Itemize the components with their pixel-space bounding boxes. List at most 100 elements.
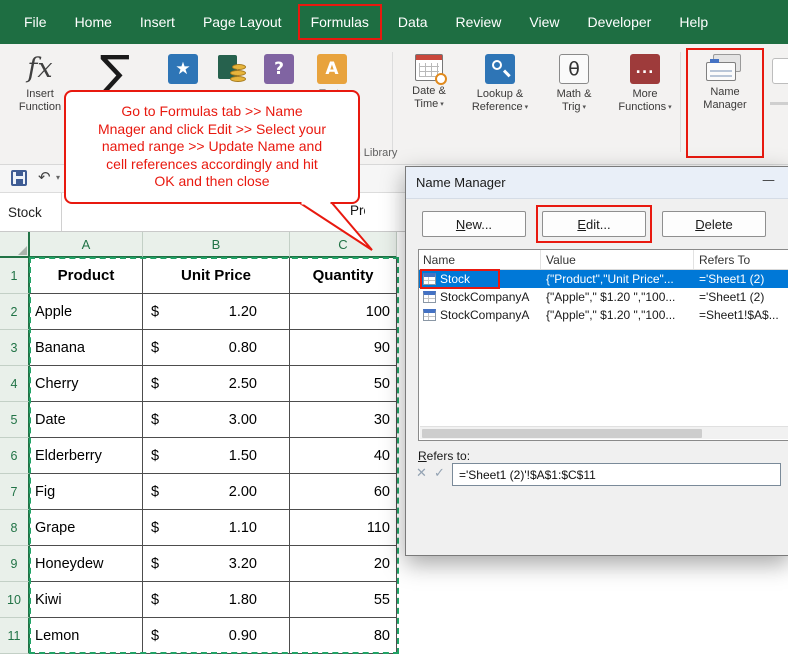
cell-c7[interactable]: 60 bbox=[290, 474, 397, 510]
row-header-9[interactable]: 9 bbox=[0, 546, 30, 582]
financial-button[interactable] bbox=[208, 54, 254, 84]
minimize-icon[interactable]: — bbox=[762, 173, 775, 188]
name-cell: Stock bbox=[419, 272, 541, 286]
row-header-7[interactable]: 7 bbox=[0, 474, 30, 510]
new-button[interactable]: New... bbox=[422, 211, 526, 237]
value-cell: {"Apple"," $1.20 ","100... bbox=[541, 308, 694, 322]
select-all-corner[interactable] bbox=[0, 232, 30, 258]
cell-c11[interactable]: 80 bbox=[290, 618, 397, 654]
tab-formulas[interactable]: Formulas bbox=[298, 4, 382, 40]
refers-to-label: Refers to: bbox=[418, 449, 470, 463]
cell-a1[interactable]: Product bbox=[30, 258, 143, 294]
refers-to-input[interactable]: ='Sheet1 (2)'!$A$1:$C$11 bbox=[452, 463, 781, 486]
autosum-button[interactable]: ∑ bbox=[88, 48, 142, 96]
cell-a11[interactable]: Lemon bbox=[30, 618, 143, 654]
cell-c8[interactable]: 110 bbox=[290, 510, 397, 546]
cell-c3[interactable]: 90 bbox=[290, 330, 397, 366]
column-header-name[interactable]: Name bbox=[419, 250, 541, 269]
column-header-refers-to[interactable]: Refers To bbox=[694, 250, 788, 269]
row-header-10[interactable]: 10 bbox=[0, 582, 30, 618]
value-cell: {"Product","Unit Price"... bbox=[541, 272, 694, 286]
defined-name-table-icon bbox=[423, 309, 436, 321]
column-header-b[interactable]: B bbox=[143, 232, 290, 258]
cell-b1[interactable]: Unit Price bbox=[143, 258, 290, 294]
name-row-stock[interactable]: Stock {"Product","Unit Price"... ='Sheet… bbox=[419, 270, 788, 288]
group-separator bbox=[680, 52, 681, 152]
tab-review[interactable]: Review bbox=[442, 0, 516, 44]
save-icon[interactable] bbox=[11, 170, 27, 186]
cell-b5[interactable]: $3.00 bbox=[143, 402, 290, 438]
tab-file[interactable]: File bbox=[10, 0, 61, 44]
name-row-stockcompanya-2[interactable]: StockCompanyA {"Apple"," $1.20 ","100...… bbox=[419, 306, 788, 324]
horizontal-scrollbar[interactable] bbox=[420, 426, 788, 439]
name-cell: StockCompanyA bbox=[419, 308, 541, 322]
cell-c1[interactable]: Quantity bbox=[290, 258, 397, 294]
name-manager-button[interactable]: NameManager bbox=[688, 54, 762, 112]
row-header-1[interactable]: 1 bbox=[0, 258, 30, 294]
math-trig-button[interactable]: θ Math &Trig▾ bbox=[544, 54, 604, 114]
tab-insert[interactable]: Insert bbox=[126, 0, 189, 44]
cell-a7[interactable]: Fig bbox=[30, 474, 143, 510]
name-box[interactable]: Stock bbox=[0, 193, 62, 231]
name-row-stockcompanya-1[interactable]: StockCompanyA {"Apple"," $1.20 ","100...… bbox=[419, 288, 788, 306]
tab-developer[interactable]: Developer bbox=[574, 0, 666, 44]
scrollbar-thumb[interactable] bbox=[422, 429, 702, 438]
cell-c9[interactable]: 20 bbox=[290, 546, 397, 582]
cancel-icon[interactable]: ✕ bbox=[416, 466, 427, 481]
tab-data[interactable]: Data bbox=[384, 0, 442, 44]
cell-c5[interactable]: 30 bbox=[290, 402, 397, 438]
cell-c6[interactable]: 40 bbox=[290, 438, 397, 474]
cell-b2[interactable]: $1.20 bbox=[143, 294, 290, 330]
cell-a2[interactable]: Apple bbox=[30, 294, 143, 330]
edit-button[interactable]: Edit... bbox=[542, 211, 646, 237]
cell-c10[interactable]: 55 bbox=[290, 582, 397, 618]
undo-dropdown-caret-icon[interactable]: ▾ bbox=[56, 173, 60, 182]
refers-cell: ='Sheet1 (2) bbox=[694, 272, 788, 286]
row-header-3[interactable]: 3 bbox=[0, 330, 30, 366]
row-header-6[interactable]: 6 bbox=[0, 438, 30, 474]
column-header-c[interactable]: C bbox=[290, 232, 397, 258]
row-header-5[interactable]: 5 bbox=[0, 402, 30, 438]
more-functions-button[interactable]: ... MoreFunctions▾ bbox=[612, 54, 678, 114]
cell-b9[interactable]: $3.20 bbox=[143, 546, 290, 582]
formula-bar[interactable]: Product bbox=[350, 203, 365, 223]
cell-b7[interactable]: $2.00 bbox=[143, 474, 290, 510]
row-header-4[interactable]: 4 bbox=[0, 366, 30, 402]
cell-a3[interactable]: Banana bbox=[30, 330, 143, 366]
cell-a5[interactable]: Date bbox=[30, 402, 143, 438]
column-header-a[interactable]: A bbox=[30, 232, 143, 258]
delete-button[interactable]: Delete bbox=[662, 211, 766, 237]
tab-help[interactable]: Help bbox=[665, 0, 722, 44]
undo-icon[interactable]: ↶ bbox=[38, 168, 51, 186]
column-header-value[interactable]: Value bbox=[541, 250, 694, 269]
cell-a10[interactable]: Kiwi bbox=[30, 582, 143, 618]
recently-used-button[interactable]: ★ bbox=[160, 54, 206, 84]
row-header-8[interactable]: 8 bbox=[0, 510, 30, 546]
cell-a4[interactable]: Cherry bbox=[30, 366, 143, 402]
fx-icon: fx bbox=[8, 54, 72, 84]
insert-function-button[interactable]: fx InsertFunction bbox=[8, 54, 72, 114]
date-time-button[interactable]: Date &Time▾ bbox=[398, 54, 460, 111]
tab-view[interactable]: View bbox=[515, 0, 573, 44]
row-header-11[interactable]: 11 bbox=[0, 618, 30, 654]
cell-a6[interactable]: Elderberry bbox=[30, 438, 143, 474]
cell-c2[interactable]: 100 bbox=[290, 294, 397, 330]
cell-a8[interactable]: Grape bbox=[30, 510, 143, 546]
row-header-2[interactable]: 2 bbox=[0, 294, 30, 330]
tab-page-layout[interactable]: Page Layout bbox=[189, 0, 296, 44]
cell-b6[interactable]: $1.50 bbox=[143, 438, 290, 474]
cell-b8[interactable]: $1.10 bbox=[143, 510, 290, 546]
refers-cell: ='Sheet1 (2) bbox=[694, 290, 788, 304]
cell-a9[interactable]: Honeydew bbox=[30, 546, 143, 582]
cell-b11[interactable]: $0.90 bbox=[143, 618, 290, 654]
tab-home[interactable]: Home bbox=[61, 0, 126, 44]
dropdown-caret-icon: ▾ bbox=[668, 104, 672, 111]
logical-button[interactable]: ? bbox=[256, 54, 302, 84]
cell-b4[interactable]: $2.50 bbox=[143, 366, 290, 402]
lookup-reference-button[interactable]: Lookup &Reference▾ bbox=[462, 54, 538, 114]
cell-b3[interactable]: $0.80 bbox=[143, 330, 290, 366]
dialog-titlebar[interactable]: Name Manager — bbox=[406, 167, 788, 199]
cell-c4[interactable]: 50 bbox=[290, 366, 397, 402]
enter-icon[interactable]: ✓ bbox=[434, 466, 445, 481]
cell-b10[interactable]: $1.80 bbox=[143, 582, 290, 618]
